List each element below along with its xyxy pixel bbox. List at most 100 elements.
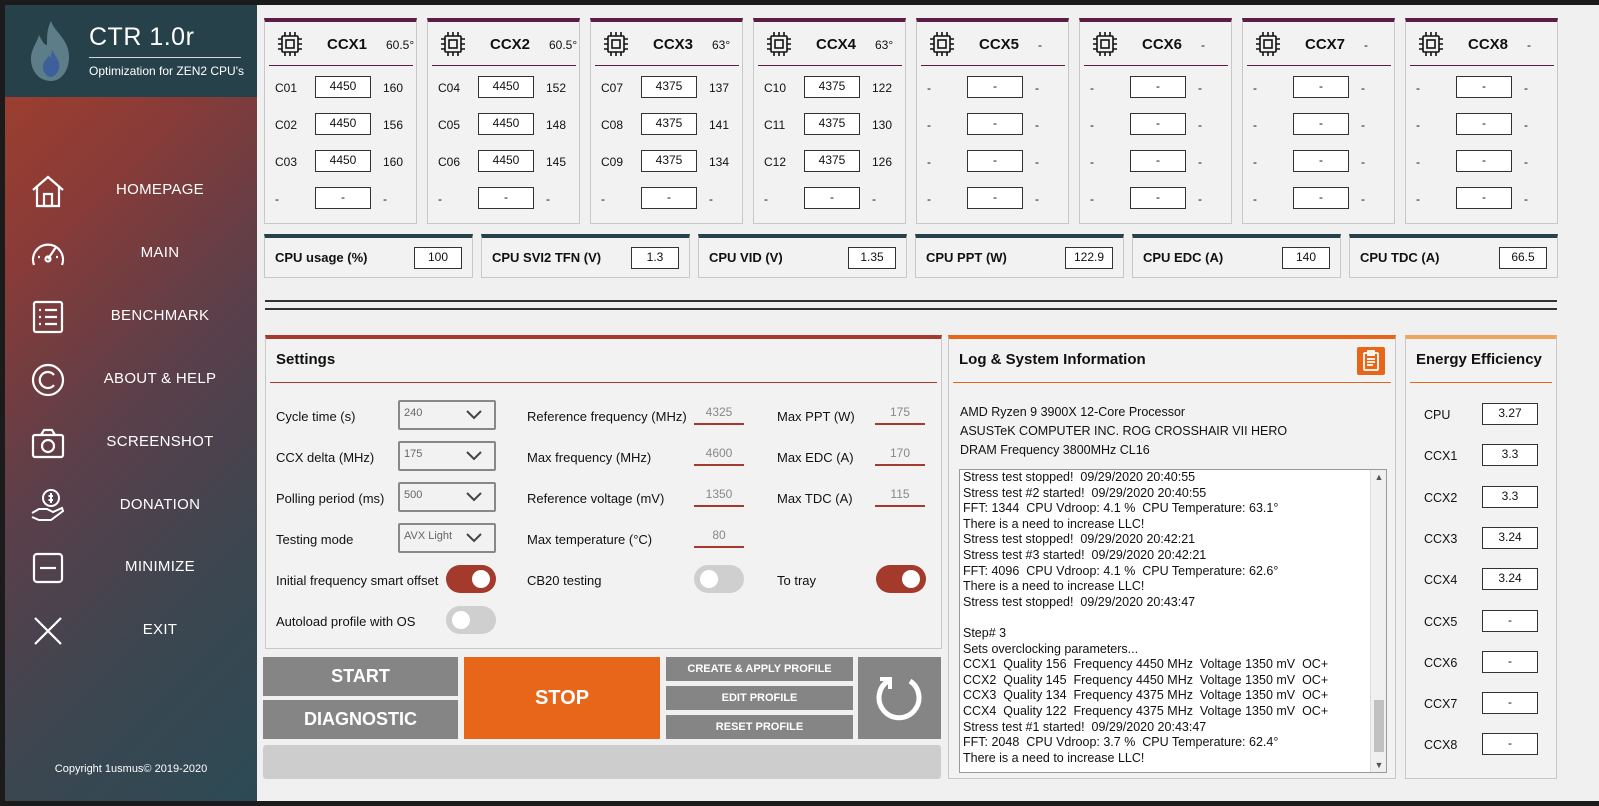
core-frequency-field[interactable]: - (1130, 150, 1186, 172)
max-edc-input[interactable]: 170 (875, 442, 925, 466)
cycle-time-value: 240 (404, 407, 423, 419)
core-frequency-field[interactable]: - (1130, 76, 1186, 98)
to-tray-toggle[interactable] (876, 565, 926, 593)
nav-minimize[interactable]: MINIMIZE (5, 539, 257, 597)
ref-volt-input[interactable]: 1350 (694, 483, 744, 507)
nav-homepage[interactable]: HOMEPAGE (5, 162, 257, 220)
core-name: - (275, 192, 279, 206)
core-frequency-field[interactable]: 4450 (478, 150, 534, 172)
core-frequency-field[interactable]: - (967, 113, 1023, 135)
cycle-time-label: Cycle time (s) (276, 409, 356, 424)
nav-about-help[interactable]: ABOUT & HELP (5, 351, 257, 409)
cb20-toggle[interactable] (694, 565, 744, 593)
testing-mode-dropdown[interactable]: AVX Light (398, 523, 496, 553)
create-apply-profile-button[interactable]: CREATE & APPLY PROFILE (666, 657, 853, 681)
core-frequency-field[interactable]: 4375 (804, 113, 860, 135)
energy-value-field: 3.27 (1482, 403, 1538, 425)
core-row: C03 4450 160 (265, 149, 418, 175)
max-temp-input[interactable]: 80 (694, 524, 744, 548)
nav-main[interactable]: MAIN (5, 225, 257, 283)
max-ppt-input[interactable]: 175 (875, 401, 925, 425)
scroll-up-icon[interactable]: ▲ (1373, 472, 1385, 482)
core-row: --- (1243, 112, 1396, 138)
nav-donation-label: DONATION (119, 496, 201, 513)
ref-freq-input[interactable]: 4325 (694, 401, 744, 425)
core-frequency-field[interactable]: - (1456, 187, 1512, 209)
core-frequency-field[interactable]: - (967, 150, 1023, 172)
ccx-header: CCX3 63° (595, 22, 739, 66)
nav-screenshot[interactable]: SCREENSHOT (5, 414, 257, 472)
log-scrollbar[interactable]: ▲ ▼ (1370, 470, 1386, 772)
core-frequency-field[interactable]: - (1130, 113, 1186, 135)
core-frequency-field[interactable]: - (967, 187, 1023, 209)
core-frequency-field[interactable]: - (478, 187, 534, 209)
core-frequency-field[interactable]: 4450 (315, 76, 371, 98)
core-frequency-field[interactable]: 4375 (804, 76, 860, 98)
core-frequency-field[interactable]: - (641, 187, 697, 209)
cycle-time-dropdown[interactable]: 240 (398, 400, 496, 430)
settings-divider (270, 382, 937, 383)
core-frequency-field[interactable]: 4375 (804, 150, 860, 172)
scroll-thumb[interactable] (1374, 700, 1384, 752)
core-frequency-field[interactable]: - (1293, 150, 1349, 172)
diagnostic-button[interactable]: DIAGNOSTIC (263, 700, 458, 739)
nav-benchmark[interactable]: BENCHMARK (5, 288, 257, 346)
max-freq-input[interactable]: 4600 (694, 442, 744, 466)
energy-value-field: - (1482, 692, 1538, 715)
reset-profile-button[interactable]: RESET PROFILE (666, 715, 853, 739)
copy-log-button[interactable] (1357, 347, 1385, 375)
edit-profile-button[interactable]: EDIT PROFILE (666, 686, 853, 710)
ccx-name: CCX8 (1468, 36, 1509, 53)
core-frequency-field[interactable]: 4375 (641, 113, 697, 135)
nav-homepage-label: HOMEPAGE (116, 181, 204, 198)
core-frequency-field[interactable]: 4450 (478, 76, 534, 98)
scroll-down-icon[interactable]: ▼ (1373, 760, 1385, 770)
core-name: - (1253, 81, 1257, 95)
core-frequency-field[interactable]: - (967, 76, 1023, 98)
core-frequency-field[interactable]: - (1130, 187, 1186, 209)
chevron-down-icon (466, 451, 482, 461)
refresh-button[interactable] (858, 657, 941, 739)
polling-period-value: 500 (404, 489, 423, 501)
nav-exit[interactable]: EXIT (5, 602, 257, 660)
ccx-card: CCX4 63° C10 4375 122 C11 4375 130 C12 4375 126- - - (753, 18, 906, 224)
core-frequency-field[interactable]: - (804, 187, 860, 209)
log-line: FFT: 2048 CPU Vdroop: 3.7 % CPU Temperat… (963, 735, 1279, 750)
divider-line (265, 300, 1557, 302)
core-frequency-field[interactable]: 4450 (315, 150, 371, 172)
core-name: C06 (438, 155, 461, 169)
core-name: - (1090, 155, 1094, 169)
core-frequency-field[interactable]: 4450 (315, 113, 371, 135)
max-tdc-label: Max TDC (A) (777, 491, 853, 506)
max-tdc-input[interactable]: 115 (875, 483, 925, 507)
core-frequency-field[interactable]: - (1293, 187, 1349, 209)
max-ppt-label: Max PPT (W) (777, 409, 855, 424)
core-frequency-field[interactable]: - (1456, 76, 1512, 98)
core-row: --- (265, 186, 418, 212)
log-line: CCX4 Quality 122 Frequency 4375 MHz Volt… (963, 703, 1329, 718)
cpu-model-text: AMD Ryzen 9 3900X 12-Core Processor (960, 405, 1186, 419)
core-quality: - (1035, 155, 1039, 169)
core-frequency-field[interactable]: - (1456, 113, 1512, 135)
core-frequency-field[interactable]: 4450 (478, 113, 534, 135)
ccx-delta-dropdown[interactable]: 175 (398, 441, 496, 471)
core-frequency-field[interactable]: - (1456, 150, 1512, 172)
progress-bar (263, 745, 941, 779)
smart-offset-toggle[interactable] (446, 565, 496, 593)
cb20-label: CB20 testing (527, 573, 602, 588)
energy-row: CCX4 3.24 (1406, 568, 1556, 592)
core-frequency-field[interactable]: - (1293, 113, 1349, 135)
log-line: Stress test stopped! 09/29/2020 20:42:21 (963, 532, 1196, 547)
ccx-header: CCX6 - (1084, 22, 1228, 66)
core-frequency-field[interactable]: 4375 (641, 76, 697, 98)
stop-button[interactable]: STOP (464, 657, 660, 739)
core-frequency-field[interactable]: - (1293, 76, 1349, 98)
start-button[interactable]: START (263, 657, 458, 696)
core-name: - (1253, 155, 1257, 169)
polling-period-dropdown[interactable]: 500 (398, 482, 496, 512)
core-frequency-field[interactable]: - (315, 187, 371, 209)
nav-donation[interactable]: DONATION (5, 477, 257, 535)
core-frequency-field[interactable]: 4375 (641, 150, 697, 172)
autoload-toggle[interactable] (446, 606, 496, 634)
log-textarea[interactable]: Stress test stopped! 09/29/2020 20:40:55… (959, 469, 1387, 773)
